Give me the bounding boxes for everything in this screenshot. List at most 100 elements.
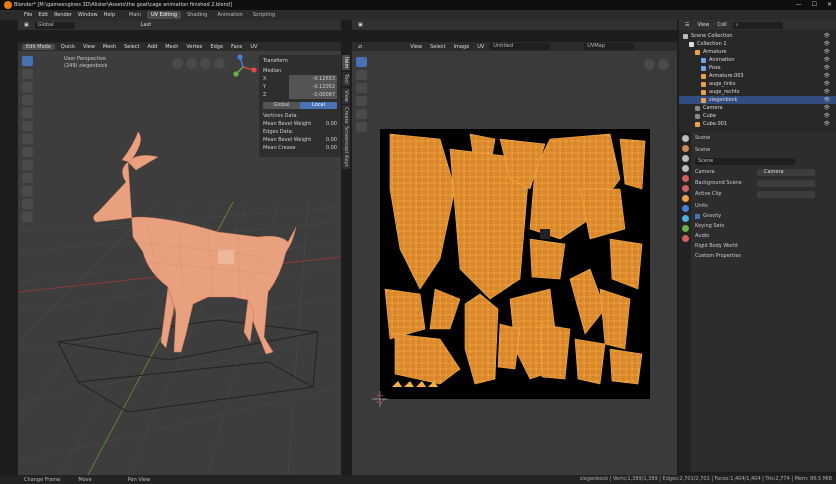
object-tab-icon[interactable] — [681, 195, 689, 202]
uv-grab-tool[interactable] — [355, 96, 367, 106]
bevel-tool[interactable] — [21, 186, 33, 196]
cursor-tool[interactable] — [21, 69, 33, 79]
tab-create[interactable]: Create — [342, 105, 350, 126]
uvmap-selector[interactable]: UVMap — [584, 43, 635, 50]
inset-tool[interactable] — [21, 173, 33, 183]
active-clip-field[interactable] — [757, 191, 815, 198]
outliner-item[interactable]: Collection 1 👁 — [679, 40, 836, 48]
maximize-icon[interactable]: ☐ — [812, 1, 817, 8]
outliner-item[interactable]: Camera 👁 — [679, 104, 836, 112]
render-tab-icon[interactable] — [681, 145, 689, 152]
loop-cut-tool[interactable] — [21, 199, 33, 209]
outliner-item[interactable]: Armature 👁 — [679, 48, 836, 56]
visibility-eye-icon[interactable]: 👁 — [824, 41, 830, 47]
world-tab-icon[interactable] — [681, 185, 689, 192]
menu-help[interactable]: Help — [104, 12, 115, 18]
outliner-type-icon[interactable]: ☰ — [683, 22, 691, 28]
annotate-tool[interactable] — [21, 134, 33, 144]
menu-face[interactable]: Face — [229, 44, 244, 50]
menu-quick[interactable]: Quick — [59, 44, 77, 50]
material-tab-icon[interactable] — [681, 235, 689, 242]
visibility-eye-icon[interactable]: 👁 — [824, 105, 830, 111]
scale-tool[interactable] — [21, 108, 33, 118]
scene-tab-icon[interactable] — [681, 175, 689, 182]
outliner-search[interactable]: ⌕ — [732, 21, 783, 29]
hand-pan-icon[interactable] — [200, 58, 211, 69]
visibility-eye-icon[interactable]: 👁 — [824, 33, 830, 39]
menu-add[interactable]: Add — [146, 44, 160, 50]
menu-view[interactable]: View — [81, 44, 97, 50]
tab-shading[interactable]: Shading — [183, 11, 211, 19]
uv-menu-image[interactable]: Image — [452, 44, 472, 50]
tab-tool[interactable]: Tool — [342, 72, 350, 86]
menu-file[interactable]: File — [24, 12, 32, 18]
orientation-dropdown[interactable]: Global — [34, 21, 75, 29]
uv-pan-icon[interactable] — [644, 59, 655, 70]
visibility-eye-icon[interactable]: 👁 — [824, 73, 830, 79]
data-tab-icon[interactable] — [681, 225, 689, 232]
scene-section-header[interactable]: Scene — [695, 147, 710, 153]
local-toggle[interactable]: Local — [300, 102, 337, 109]
camera-view-icon[interactable] — [172, 58, 183, 69]
uv-annotate-tool[interactable] — [355, 83, 367, 93]
zoom-icon[interactable] — [214, 58, 225, 69]
units-panel[interactable]: Units — [695, 203, 708, 209]
transform-tool[interactable] — [21, 121, 33, 131]
uv-menu-uv[interactable]: UV — [475, 44, 486, 50]
background-scene-field[interactable] — [757, 180, 815, 187]
rotate-tool[interactable] — [21, 95, 33, 105]
mode-dropdown[interactable]: Edit Mode — [22, 43, 55, 50]
knife-tool[interactable] — [21, 212, 33, 222]
close-icon[interactable]: ✕ — [827, 1, 832, 8]
select-box-tool[interactable] — [21, 56, 33, 66]
measure-tool[interactable] — [21, 147, 33, 157]
tab-screencast-keys[interactable]: Screencast Keys — [342, 124, 350, 169]
visibility-eye-icon[interactable]: 👁 — [824, 89, 830, 95]
keying-sets-panel[interactable]: Keying Sets — [695, 223, 724, 229]
outliner-item[interactable]: Animation 👁 — [679, 56, 836, 64]
outliner-item[interactable]: auge_links 👁 — [679, 80, 836, 88]
visibility-eye-icon[interactable]: 👁 — [824, 49, 830, 55]
menu-uv[interactable]: UV — [248, 44, 259, 50]
extrude-tool[interactable] — [21, 160, 33, 170]
camera-field[interactable]: Camera — [757, 169, 815, 176]
menu-vertex[interactable]: Vertex — [184, 44, 204, 50]
uv-pinch-tool[interactable] — [355, 122, 367, 132]
global-toggle[interactable]: Global — [263, 102, 300, 109]
edge-bevel-value[interactable]: 0.00 — [326, 136, 337, 144]
visibility-eye-icon[interactable]: 👁 — [824, 57, 830, 63]
uv-cursor-tool[interactable] — [355, 70, 367, 80]
uv-menu-select[interactable]: Select — [428, 44, 447, 50]
menu-render[interactable]: Render — [54, 12, 72, 18]
visibility-eye-icon[interactable]: 👁 — [824, 113, 830, 119]
navigation-gizmo-icon[interactable] — [228, 52, 258, 82]
menu-edge[interactable]: Edge — [208, 44, 225, 50]
tab-animation[interactable]: Animation — [213, 11, 247, 19]
tab-uv-editing[interactable]: UV Editing — [146, 11, 182, 19]
outliner-item[interactable]: Cube.001 👁 — [679, 120, 836, 128]
gravity-checkbox[interactable] — [695, 213, 700, 219]
outliner-coll-menu[interactable]: Coll — [715, 22, 728, 28]
move-tool[interactable] — [21, 82, 33, 92]
y-field[interactable]: -0.12052 — [289, 83, 337, 91]
modifier-tab-icon[interactable] — [681, 205, 689, 212]
image-selector[interactable]: Untitled — [490, 43, 551, 50]
visibility-eye-icon[interactable]: 👁 — [824, 65, 830, 71]
menu-edit[interactable]: Edit — [38, 12, 48, 18]
vertex-bevel-value[interactable]: 0.00 — [326, 120, 337, 128]
visibility-eye-icon[interactable]: 👁 — [824, 97, 830, 103]
audio-panel[interactable]: Audio — [695, 233, 709, 239]
outliner-item[interactable]: Scene Collection 👁 — [679, 32, 836, 40]
scene-selector[interactable]: Scene — [695, 157, 795, 165]
editor-type-icon[interactable]: ▣ — [22, 22, 31, 28]
menu-mesh[interactable]: Mesh — [101, 44, 118, 50]
z-field[interactable]: -0.00087 — [289, 91, 337, 99]
outliner-view-menu[interactable]: View — [695, 22, 711, 28]
visibility-eye-icon[interactable]: 👁 — [824, 121, 830, 127]
outliner-item[interactable]: auge_rechts 👁 — [679, 88, 836, 96]
physics-tab-icon[interactable] — [681, 215, 689, 222]
2d-cursor-icon[interactable] — [372, 391, 388, 407]
outliner-item[interactable]: ziegenbock 👁 — [679, 96, 836, 104]
tab-scripting[interactable]: Scripting — [249, 11, 279, 19]
uv-editor-type-icon[interactable]: ▣ — [356, 22, 365, 28]
